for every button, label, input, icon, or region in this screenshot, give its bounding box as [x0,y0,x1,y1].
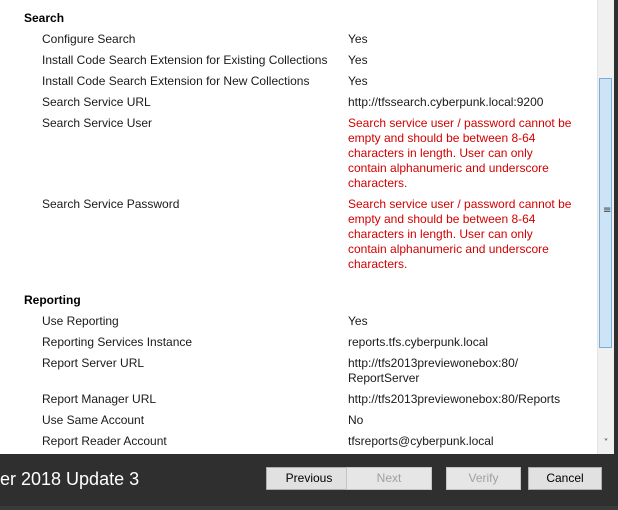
row-value-reporting-services-instance: reports.tfs.cyberpunk.local [348,335,489,349]
vertical-scrollbar[interactable]: ≡ ˅ [597,0,614,454]
search-service-user-error: Search service user / password cannot be… [348,116,572,190]
reporting-section-heading: Reporting [24,293,81,307]
window-bottom-edge [0,506,618,510]
window-edge [614,0,618,510]
grip-lines-icon: ≡ [603,205,612,216]
row-label-reporting-services-instance: Reporting Services Instance [42,335,193,349]
row-value-report-server-url: http://tfs2013previewonebox:80/ ReportSe… [348,356,519,385]
row-label-search-service-url: Search Service URL [42,95,151,109]
row-label-code-search-new: Install Code Search Extension for New Co… [42,74,310,88]
cancel-button[interactable]: Cancel [528,467,602,490]
row-value-report-reader-account: tfsreports@cyberpunk.local [348,434,494,448]
row-label-search-service-password: Search Service Password [42,197,180,211]
row-value-use-same-account: No [348,413,364,427]
row-label-report-reader-account: Report Reader Account [42,434,167,448]
review-pane: Search Configure Search Yes Install Code… [0,0,597,454]
row-label-use-reporting: Use Reporting [42,314,119,328]
product-title: er 2018 Update 3 [0,469,140,489]
next-button[interactable]: Next [346,467,432,490]
row-label-report-server-url: Report Server URL [42,356,145,370]
row-value-use-reporting: Yes [348,314,368,328]
row-label-code-search-existing: Install Code Search Extension for Existi… [42,53,328,67]
search-service-password-error: Search service user / password cannot be… [348,197,572,271]
row-value-search-service-url: http://tfssearch.cyberpunk.local:9200 [348,95,544,109]
row-value-report-manager-url: http://tfs2013previewonebox:80/Reports [348,392,561,406]
row-value-code-search-new: Yes [348,74,368,88]
row-label-search-service-user: Search Service User [42,116,153,130]
row-label-report-manager-url: Report Manager URL [42,392,157,406]
chevron-down-icon[interactable]: ˅ [598,436,614,452]
previous-button[interactable]: Previous [266,467,352,490]
wizard-footer: er 2018 Update 3 Previous Next Verify Ca… [0,454,614,506]
row-value-configure-search: Yes [348,32,368,46]
scroll-thumb[interactable]: ≡ [599,78,612,348]
row-label-use-same-account: Use Same Account [42,413,145,427]
verify-button[interactable]: Verify [446,467,521,490]
row-label-configure-search: Configure Search [42,32,136,46]
row-value-code-search-existing: Yes [348,53,368,67]
search-section-heading: Search [24,11,65,25]
